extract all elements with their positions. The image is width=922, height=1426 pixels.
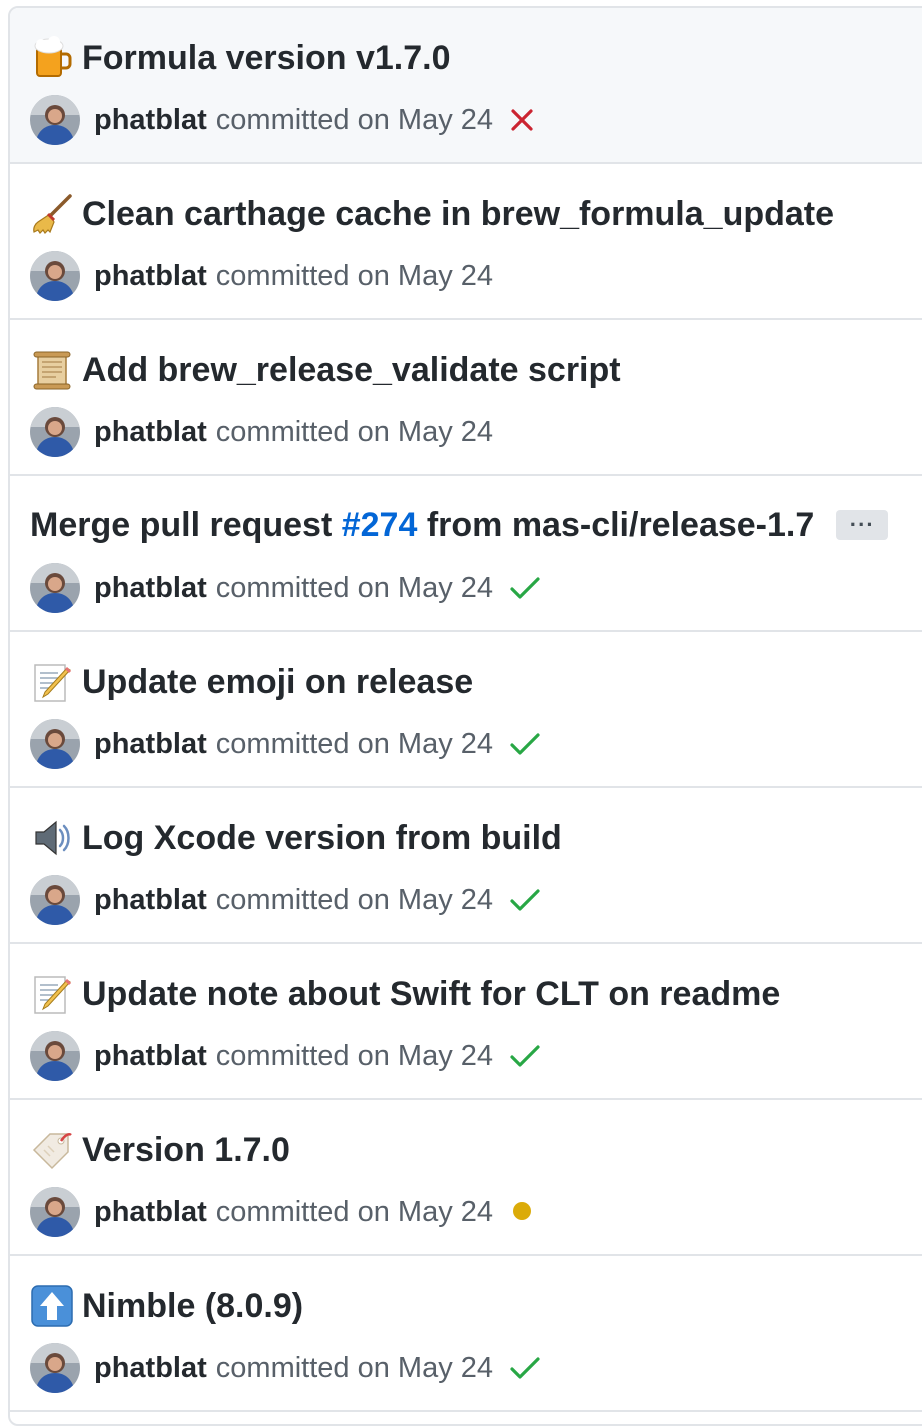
avatar[interactable] xyxy=(30,1031,80,1081)
commit-title[interactable]: Nimble (8.0.9) xyxy=(82,1285,303,1327)
memo-icon xyxy=(30,972,74,1016)
avatar[interactable] xyxy=(30,95,80,145)
commit-date: committed on May 24 xyxy=(215,1040,494,1072)
commit-item: Clean carthage cache in brew_formula_upd… xyxy=(10,164,922,320)
commit-title[interactable]: Update note about Swift for CLT on readm… xyxy=(82,973,780,1015)
avatar[interactable] xyxy=(30,563,80,613)
status-success-icon[interactable] xyxy=(509,1355,541,1381)
commit-date: committed on May 24 xyxy=(215,260,494,292)
commit-date: committed on May 24 xyxy=(215,416,494,448)
avatar[interactable] xyxy=(30,407,80,457)
commit-item: Add brew_release_validate script phatbla… xyxy=(10,320,922,476)
commit-title[interactable]: Update emoji on release xyxy=(82,661,473,703)
commit-item: Version 1.7.0 phatblat committed on May … xyxy=(10,1100,922,1256)
beer-mug-icon xyxy=(30,36,74,80)
expand-message-button[interactable]: ··· xyxy=(836,510,889,540)
commit-item: Formula version v1.7.0 phatblat committe… xyxy=(10,8,922,164)
commit-title[interactable]: Log Xcode version from build xyxy=(82,817,562,859)
commit-author[interactable]: phatblat xyxy=(94,719,207,769)
commit-date: committed on May 24 xyxy=(215,572,494,604)
commit-author[interactable]: phatblat xyxy=(94,1343,207,1393)
commit-author[interactable]: phatblat xyxy=(94,407,207,457)
arrow-up-icon xyxy=(30,1284,74,1328)
commit-author[interactable]: phatblat xyxy=(94,563,207,613)
commit-title-suffix: from mas-cli/release-1.7 xyxy=(417,506,815,544)
avatar[interactable] xyxy=(30,719,80,769)
commit-date: committed on May 24 xyxy=(215,104,494,136)
commit-date: committed on May 24 xyxy=(215,1196,494,1228)
commit-date: committed on May 24 xyxy=(215,728,494,760)
issue-link[interactable]: #274 xyxy=(342,506,418,544)
avatar[interactable] xyxy=(30,875,80,925)
commit-title[interactable]: Formula version v1.7.0 xyxy=(82,37,451,79)
avatar[interactable] xyxy=(30,1187,80,1237)
broom-icon xyxy=(30,192,74,236)
commit-author[interactable]: phatblat xyxy=(94,1187,207,1237)
commit-author[interactable]: phatblat xyxy=(94,1031,207,1081)
status-success-icon[interactable] xyxy=(509,887,541,913)
commit-item: Nimble (8.0.9) phatblat committed on May… xyxy=(10,1256,922,1412)
commit-title[interactable]: Add brew_release_validate script xyxy=(82,349,621,391)
commit-item: Update note about Swift for CLT on readm… xyxy=(10,944,922,1100)
commit-title[interactable]: Clean carthage cache in brew_formula_upd… xyxy=(82,193,834,235)
commit-author[interactable]: phatblat xyxy=(94,95,207,145)
memo-icon xyxy=(30,660,74,704)
commit-title[interactable]: Merge pull request #274 from mas-cli/rel… xyxy=(30,504,814,546)
commit-author[interactable]: phatblat xyxy=(94,875,207,925)
commit-item: Merge pull request #274 from mas-cli/rel… xyxy=(10,476,922,632)
avatar[interactable] xyxy=(30,251,80,301)
status-success-icon[interactable] xyxy=(509,575,541,601)
status-success-icon[interactable] xyxy=(509,731,541,757)
avatar[interactable] xyxy=(30,1343,80,1393)
status-pending-icon[interactable] xyxy=(509,1199,535,1225)
commit-item: Update emoji on release phatblat committ… xyxy=(10,632,922,788)
commit-date: committed on May 24 xyxy=(215,884,494,916)
commit-item: Log Xcode version from build phatblat co… xyxy=(10,788,922,944)
status-success-icon[interactable] xyxy=(509,1043,541,1069)
speaker-icon xyxy=(30,816,74,860)
commit-title[interactable]: Version 1.7.0 xyxy=(82,1129,290,1171)
commit-title-prefix: Merge pull request xyxy=(30,506,342,544)
commit-list: Formula version v1.7.0 phatblat committe… xyxy=(8,6,922,1426)
label-tag-icon xyxy=(30,1128,74,1172)
scroll-icon xyxy=(30,348,74,392)
commit-date: committed on May 24 xyxy=(215,1352,494,1384)
commit-author[interactable]: phatblat xyxy=(94,251,207,301)
status-failure-icon[interactable] xyxy=(509,107,535,133)
